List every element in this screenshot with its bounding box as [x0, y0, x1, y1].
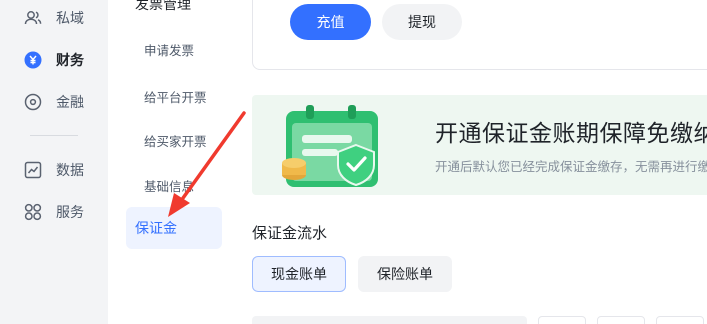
section-title-deposit-flow: 保证金流水 — [252, 225, 328, 242]
rail-item-data[interactable]: 数据 — [0, 154, 108, 186]
calendar-shield-illustration — [282, 105, 378, 187]
yuan-coin-icon — [24, 51, 42, 69]
grid-apps-icon — [24, 203, 42, 221]
rail-item-label: 私域 — [56, 10, 84, 26]
withdraw-button[interactable]: 提现 — [382, 4, 462, 40]
chevron-up-icon[interactable]: ⌃ — [209, 0, 219, 8]
left-nav-rail: 私域 财务 金融 数据 服务 — [0, 0, 108, 324]
rail-item-private-domain[interactable]: 私域 — [0, 2, 108, 34]
target-circle-icon — [24, 93, 42, 111]
filter-box[interactable] — [656, 316, 704, 324]
main-content: 充值 提现 开通保证金账期保障免缴纳 开通后默认您已经完成保证金缴存，无需再进行… — [236, 0, 707, 324]
submenu-item-invoice-buyer[interactable]: 给买家开票 — [144, 131, 207, 150]
filter-box[interactable] — [538, 316, 586, 324]
deposit-promo-banner[interactable]: 开通保证金账期保障免缴纳 开通后默认您已经完成保证金缴存，无需再进行缴纳 — [252, 95, 707, 195]
rail-item-finance[interactable]: 财务 — [0, 44, 108, 76]
banner-title: 开通保证金账期保障免缴纳 — [435, 120, 707, 146]
rail-item-label: 数据 — [56, 162, 84, 178]
recharge-button[interactable]: 充值 — [290, 4, 371, 40]
filter-box[interactable] — [597, 316, 645, 324]
submenu-item-invoice-platform[interactable]: 给平台开票 — [144, 87, 207, 106]
filter-input[interactable] — [252, 316, 527, 324]
rail-item-service[interactable]: 服务 — [0, 196, 108, 228]
rail-item-label: 服务 — [56, 204, 84, 220]
submenu-item-basic-info[interactable]: 基础信息 — [144, 176, 194, 195]
submenu-group-invoice[interactable]: 发票管理 — [135, 0, 191, 14]
users-icon — [24, 9, 42, 27]
finance-submenu: 发票管理 ⌃ 申请发票 给平台开票 给买家开票 基础信息 保证金 — [108, 0, 236, 324]
tab-cash-bill[interactable]: 现金账单 — [252, 256, 346, 292]
banner-subtitle: 开通后默认您已经完成保证金缴存，无需再进行缴纳 — [435, 160, 707, 174]
rail-divider — [30, 135, 78, 136]
submenu-item-deposit[interactable]: 保证金 — [126, 207, 222, 249]
rail-item-label: 财务 — [56, 52, 84, 68]
rail-item-financing[interactable]: 金融 — [0, 86, 108, 118]
tab-insurance-bill[interactable]: 保险账单 — [358, 256, 452, 292]
submenu-item-apply-invoice[interactable]: 申请发票 — [144, 40, 194, 59]
rail-item-label: 金融 — [56, 94, 84, 110]
balance-card: 充值 提现 — [252, 0, 707, 70]
chart-line-icon — [24, 161, 42, 179]
